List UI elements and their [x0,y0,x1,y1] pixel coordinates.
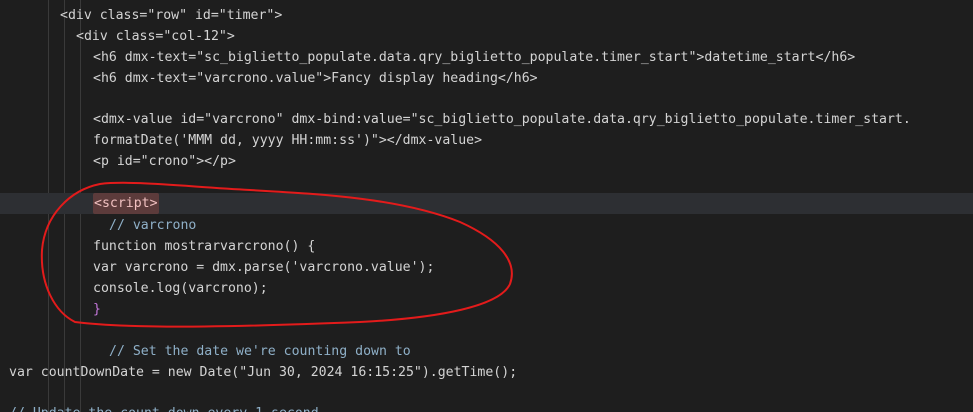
code-text: function mostrarvarcrono() { [93,239,316,254]
code-line[interactable]: formatDate('MMM dd, yyyy HH:mm:ss')"></d… [0,130,973,151]
code-text: <h6 dmx-text="sc_biglietto_populate.data… [93,50,856,65]
code-line[interactable]: <p id="crono"></p> [0,151,973,172]
code-line[interactable]: <h6 dmx-text="sc_biglietto_populate.data… [0,47,973,68]
code-line[interactable]: var countDownDate = new Date("Jun 30, 20… [0,362,973,383]
code-line[interactable]: } [0,299,973,320]
code-line[interactable]: // Update the count down every 1 second [0,403,973,412]
code-text: console.log(varcrono); [93,281,268,296]
code-text: <div class="row" id="timer"> [60,8,283,23]
code-text: <h6 dmx-text="varcrono.value">Fancy disp… [93,71,538,86]
code-text: <div class="col-12"> [76,29,235,44]
current-line[interactable]: <script> [0,193,973,214]
code-line[interactable]: function mostrarvarcrono() { [0,236,973,257]
code-text: formatDate('MMM dd, yyyy HH:mm:ss')"></d… [93,133,483,148]
code-line[interactable]: var varcrono = dmx.parse('varcrono.value… [0,257,973,278]
code-text: <dmx-value id="varcrono" dmx-bind:value=… [93,112,911,127]
comment-text: // varcrono [109,218,197,233]
code-text: var varcrono = dmx.parse('varcrono.value… [93,260,435,275]
code-line[interactable]: // varcrono [0,215,973,236]
code-text: } [93,302,101,317]
script-tag: <script> [93,193,159,214]
code-line[interactable]: <div class="col-12"> [0,26,973,47]
code-line[interactable]: // Set the date we're counting down to [0,341,973,362]
code-line[interactable]: <h6 dmx-text="varcrono.value">Fancy disp… [0,68,973,89]
comment-text: // Update the count down every 1 second [9,403,319,412]
code-text: <p id="crono"></p> [93,154,236,169]
comment-text: // Set the date we're counting down to [109,344,411,359]
code-line[interactable]: <dmx-value id="varcrono" dmx-bind:value=… [0,109,973,130]
code-editor[interactable]: <div class="row" id="timer"> <div class=… [0,0,973,412]
code-text: var countDownDate = new Date("Jun 30, 20… [9,365,518,380]
code-line[interactable]: console.log(varcrono); [0,278,973,299]
code-line[interactable]: <div class="row" id="timer"> [0,5,973,26]
